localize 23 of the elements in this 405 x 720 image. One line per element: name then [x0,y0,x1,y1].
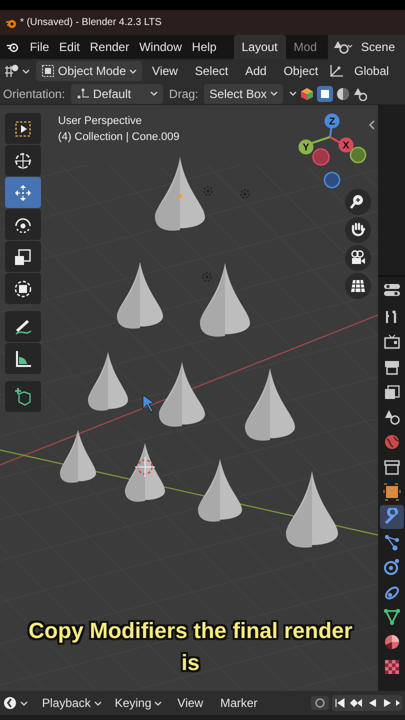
workspace-tab[interactable]: Mod [286,35,325,59]
transform-orientation[interactable]: Global [347,62,396,80]
caption-text: Copy Modifiers the final render is [28,617,354,677]
menu-item[interactable]: Help [186,38,222,56]
menu-item[interactable]: View [145,62,185,80]
menu-item[interactable]: Window [134,38,187,56]
menu-item[interactable]: Object [276,62,326,80]
drag-dropdown[interactable]: Select Box [204,84,283,104]
menu-item[interactable]: View [170,694,210,712]
menu-item[interactable]: File [24,38,54,56]
drag-label: Drag: [169,86,198,102]
orientation-label: Orientation: [3,86,66,102]
workspace-tab[interactable]: Layout [234,35,286,59]
menu-item[interactable]: Marker [213,694,265,712]
orientation-dropdown[interactable]: Default [71,84,164,104]
menu-item[interactable]: Select [188,62,236,80]
menu-item[interactable]: Render [84,38,134,56]
view-perspective-label: User Perspective [58,114,143,129]
window-title: * (Unsaved) - Blender 4.2.3 LTS [20,16,162,30]
menu-item[interactable]: Edit [54,38,85,56]
active-object-label: (4) Collection | Cone.009 [58,130,180,145]
menu-item[interactable]: Add [238,62,274,80]
mode-dropdown[interactable]: Object Mode [36,61,142,81]
